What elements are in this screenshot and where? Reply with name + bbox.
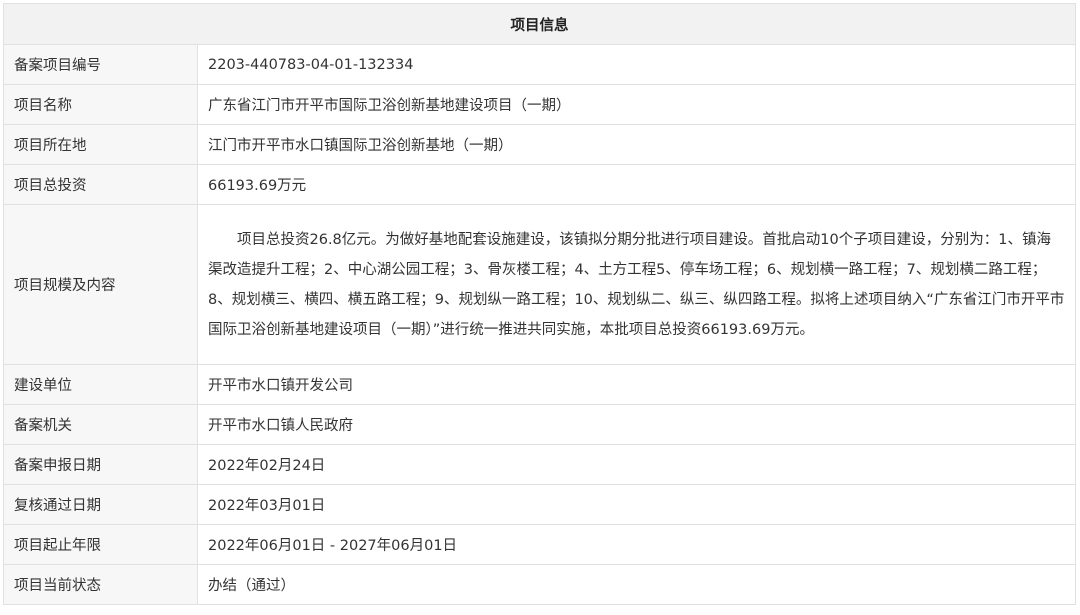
table-row: 备案申报日期 2022年02月24日 [3, 444, 1076, 485]
row-label-record-authority: 备案机关 [3, 404, 198, 445]
project-info-table: 项目信息 备案项目编号 2203-440783-04-01-132334 项目名… [3, 3, 1076, 605]
table-row: 复核通过日期 2022年03月01日 [3, 484, 1076, 525]
row-label-period: 项目起止年限 [3, 524, 198, 565]
row-value-project-name: 广东省江门市开平市国际卫浴创新基地建设项目（一期） [197, 84, 1076, 125]
row-value-total-investment: 66193.69万元 [197, 164, 1076, 205]
row-value-record-number: 2203-440783-04-01-132334 [197, 44, 1076, 85]
row-label-review-date: 复核通过日期 [3, 484, 198, 525]
table-title: 项目信息 [3, 3, 1076, 45]
row-value-status: 办结（通过） [197, 564, 1076, 605]
row-label-builder: 建设单位 [3, 364, 198, 405]
table-row: 项目所在地 江门市开平市水口镇国际卫浴创新基地（一期） [3, 124, 1076, 165]
row-label-record-number: 备案项目编号 [3, 44, 198, 85]
row-value-record-authority: 开平市水口镇人民政府 [197, 404, 1076, 445]
table-title-row: 项目信息 [3, 3, 1076, 45]
row-value-apply-date: 2022年02月24日 [197, 444, 1076, 485]
table-row: 建设单位 开平市水口镇开发公司 [3, 364, 1076, 405]
row-value-period: 2022年06月01日 - 2027年06月01日 [197, 524, 1076, 565]
row-label-status: 项目当前状态 [3, 564, 198, 605]
table-row: 备案机关 开平市水口镇人民政府 [3, 404, 1076, 445]
project-info-panel: 项目信息 备案项目编号 2203-440783-04-01-132334 项目名… [3, 3, 1076, 605]
row-value-scope: 项目总投资26.8亿元。为做好基地配套设施建设，该镇拟分期分批进行项目建设。首批… [197, 204, 1076, 365]
table-row: 项目名称 广东省江门市开平市国际卫浴创新基地建设项目（一期） [3, 84, 1076, 125]
table-row: 项目当前状态 办结（通过） [3, 564, 1076, 605]
row-label-total-investment: 项目总投资 [3, 164, 198, 205]
row-value-location: 江门市开平市水口镇国际卫浴创新基地（一期） [197, 124, 1076, 165]
table-row: 项目起止年限 2022年06月01日 - 2027年06月01日 [3, 524, 1076, 565]
row-label-apply-date: 备案申报日期 [3, 444, 198, 485]
row-label-location: 项目所在地 [3, 124, 198, 165]
row-label-project-name: 项目名称 [3, 84, 198, 125]
table-row: 备案项目编号 2203-440783-04-01-132334 [3, 44, 1076, 85]
row-value-review-date: 2022年03月01日 [197, 484, 1076, 525]
row-label-scope: 项目规模及内容 [3, 204, 198, 365]
table-row: 项目总投资 66193.69万元 [3, 164, 1076, 205]
table-row: 项目规模及内容 项目总投资26.8亿元。为做好基地配套设施建设，该镇拟分期分批进… [3, 204, 1076, 365]
row-value-builder: 开平市水口镇开发公司 [197, 364, 1076, 405]
